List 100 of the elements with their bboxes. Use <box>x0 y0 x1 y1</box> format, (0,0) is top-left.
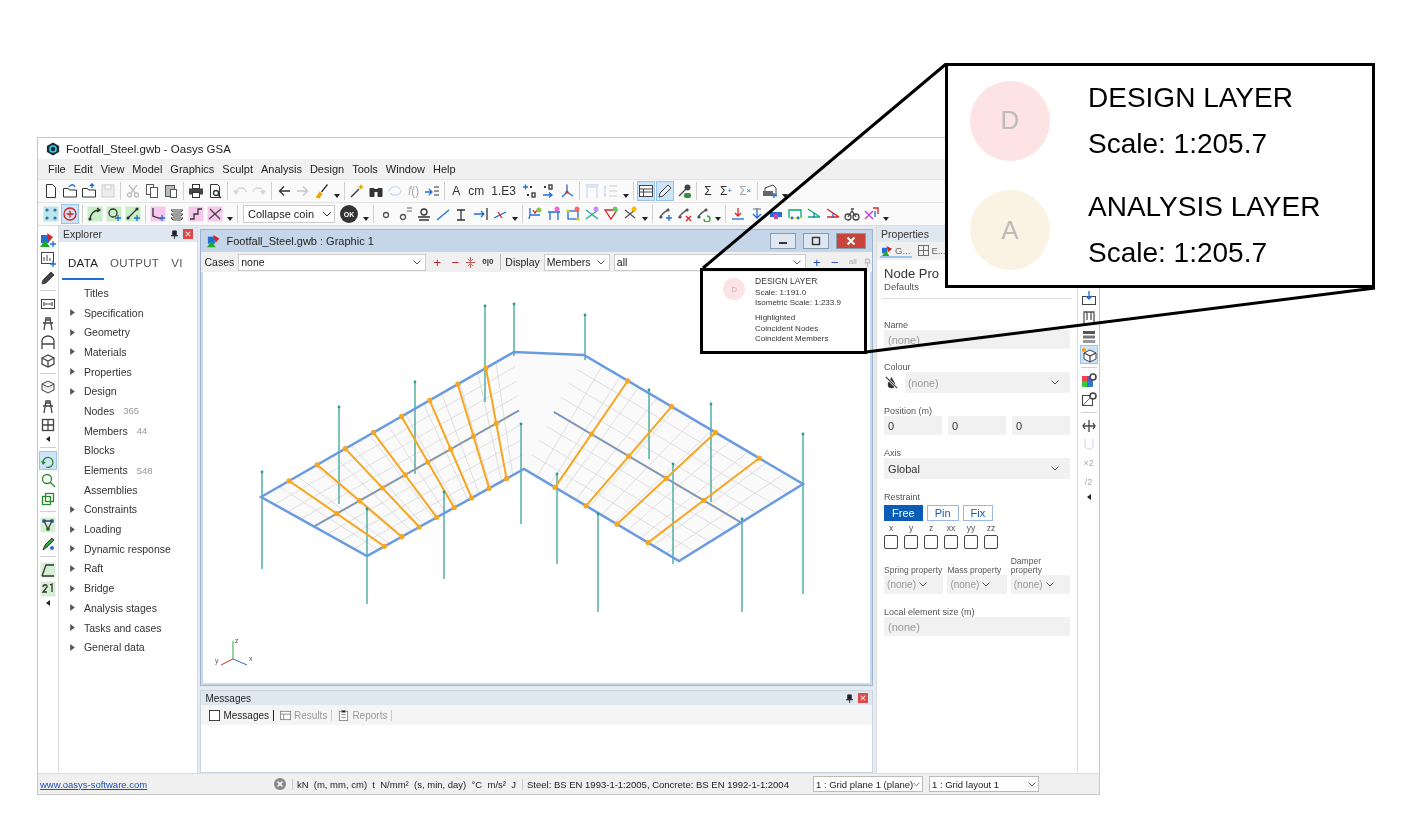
layer-badge: D <box>970 80 1050 161</box>
menu-item[interactable]: Model <box>128 163 167 175</box>
tree-item[interactable]: Assemblies <box>83 483 138 496</box>
tab[interactable]: Messages <box>205 709 275 721</box>
field-label: Position (m) <box>884 406 934 416</box>
tree-item[interactable]: Titles <box>83 286 109 299</box>
scale-text: Scale: 1:205.7 <box>1088 237 1269 270</box>
layer-name: ANALYSIS LAYER <box>1088 191 1321 224</box>
toolbar-button[interactable]: 0|0 <box>479 258 497 266</box>
field-label: Local element size (m) <box>884 607 976 617</box>
menu-item[interactable]: File <box>44 163 70 175</box>
tree-item[interactable]: Raft <box>83 562 104 575</box>
panel-title: Properties <box>881 228 929 240</box>
grid-plane-dropdown[interactable]: 1 : Grid plane 1 (plane) <box>813 776 923 792</box>
tab[interactable]: VI <box>165 248 189 280</box>
menu-item[interactable]: Edit <box>69 163 97 175</box>
item-count: 365 <box>123 405 140 417</box>
tree-item[interactable]: Members <box>83 424 128 437</box>
element-size-field[interactable]: (none) <box>884 617 1071 636</box>
tree-item[interactable]: Design <box>83 385 117 398</box>
menu-item[interactable]: View <box>96 163 129 175</box>
menu-item[interactable]: Tools <box>348 163 382 175</box>
checkbox-label: z <box>928 523 934 533</box>
position-field[interactable]: 0 <box>1012 416 1071 435</box>
panel-subheading: Defaults <box>884 281 920 292</box>
window-title: Footfall_Steel.gwb - Oasys GSA <box>66 142 231 155</box>
menu-item[interactable]: Analysis <box>256 163 306 175</box>
checkbox-label: y <box>908 523 914 533</box>
tree-item[interactable]: Properties <box>83 365 132 378</box>
tree-item[interactable]: Dynamic response <box>83 542 171 555</box>
scale-text: Isometric Scale: 1:233.9 <box>755 298 841 307</box>
cases-label: Cases <box>204 256 235 268</box>
tab[interactable]: DATA <box>61 248 105 280</box>
checkbox-label: x <box>888 523 894 533</box>
menu-item[interactable]: Design <box>305 163 349 175</box>
panel-heading: Node Pro <box>884 266 940 281</box>
tree-item[interactable]: Blocks <box>83 444 115 457</box>
panel-title: Messages <box>205 692 252 704</box>
checkbox-label: zz <box>986 523 996 533</box>
tab[interactable]: G... <box>880 244 913 258</box>
display-label: Display <box>505 256 540 268</box>
tree-item[interactable]: Loading <box>83 523 122 536</box>
scale-text: Scale: 1:191.0 <box>755 287 808 297</box>
checkbox-label: xx <box>946 523 956 533</box>
layer-badge: A <box>970 190 1050 271</box>
toolbar-button[interactable]: A <box>448 181 465 201</box>
item-count: 44 <box>136 425 148 437</box>
tree-item[interactable]: Analysis stages <box>83 601 157 614</box>
layer-name: DESIGN LAYER <box>1088 81 1293 114</box>
axis-dropdown[interactable]: Global <box>884 458 1071 479</box>
tree-item[interactable]: Nodes <box>83 404 115 417</box>
tab[interactable]: OUTPUT <box>104 248 166 280</box>
units-text: kN (m, mm, cm) t N/mm² (s, min, day) °C m/s² J <box>291 778 516 790</box>
field-label: Damper property <box>1010 557 1043 574</box>
tree-item[interactable]: Specification <box>83 306 144 319</box>
website-link[interactable]: www.oasys-software.com <box>38 778 148 790</box>
tree-item[interactable]: Constraints <box>83 503 138 516</box>
field-label: Restraint <box>884 492 922 502</box>
toolbar-button[interactable]: Σ <box>700 181 717 201</box>
design-codes-text: Steel: BS EN 1993-1-1:2005, Concrete: BS EN 1992-1-1:2004 <box>522 778 807 790</box>
toolbar-button[interactable]: − <box>448 255 463 269</box>
restraint-option[interactable]: Free <box>884 505 923 521</box>
toolbar-button[interactable]: 1.E3 <box>488 181 520 201</box>
tree-item[interactable]: Materials <box>83 345 127 358</box>
layer-name: DESIGN LAYER <box>755 276 819 286</box>
position-field[interactable]: 0 <box>948 416 1007 435</box>
field-label: Mass property <box>947 565 1003 574</box>
panel-title: Explorer <box>62 228 103 240</box>
grid-layout-dropdown[interactable]: 1 : Grid layout 1 <box>929 776 1039 792</box>
position-field[interactable]: 0 <box>884 416 943 435</box>
toolbar-button[interactable]: − <box>827 255 842 269</box>
tree-item[interactable]: Tasks and cases <box>83 621 162 634</box>
combo-box[interactable]: Collapse coin <box>243 205 335 223</box>
field-label: Name <box>884 320 910 330</box>
scale-text: Scale: 1:205.7 <box>1088 127 1269 160</box>
legend-item: Highlighted <box>755 313 797 322</box>
menu-item[interactable]: Help <box>428 163 460 175</box>
toolbar-button[interactable]: + <box>809 255 824 269</box>
legend-item: Coincident Nodes <box>755 323 820 333</box>
tree-item[interactable]: Elements <box>83 464 128 477</box>
cases-dropdown[interactable]: none <box>238 253 427 271</box>
display-dropdown[interactable]: Members <box>543 253 610 271</box>
restraint-option[interactable]: Pin <box>926 505 959 521</box>
window-title: Footfall_Steel.gwb : Graphic 1 <box>226 235 374 247</box>
legend-item: Coincident Members <box>755 334 830 343</box>
toolbar-button[interactable]: + <box>430 255 445 269</box>
restraint-option[interactable]: Fix <box>962 505 994 521</box>
tree-item[interactable]: General data <box>83 641 145 654</box>
checkbox-label: yy <box>966 523 976 533</box>
tab[interactable]: E... <box>916 244 948 258</box>
tree-item[interactable]: Geometry <box>83 326 131 339</box>
tree-item[interactable]: Bridge <box>83 582 115 595</box>
menu-item[interactable]: Sculpt <box>218 163 257 175</box>
toolbar-button[interactable]: cm <box>465 181 488 201</box>
menu-item[interactable]: Window <box>381 163 429 175</box>
list-dropdown[interactable]: all <box>613 253 806 271</box>
menu-item[interactable]: Graphics <box>166 163 219 175</box>
layer-badge: D <box>723 278 746 300</box>
item-count: 548 <box>136 464 153 476</box>
field-label: Colour <box>884 362 912 372</box>
